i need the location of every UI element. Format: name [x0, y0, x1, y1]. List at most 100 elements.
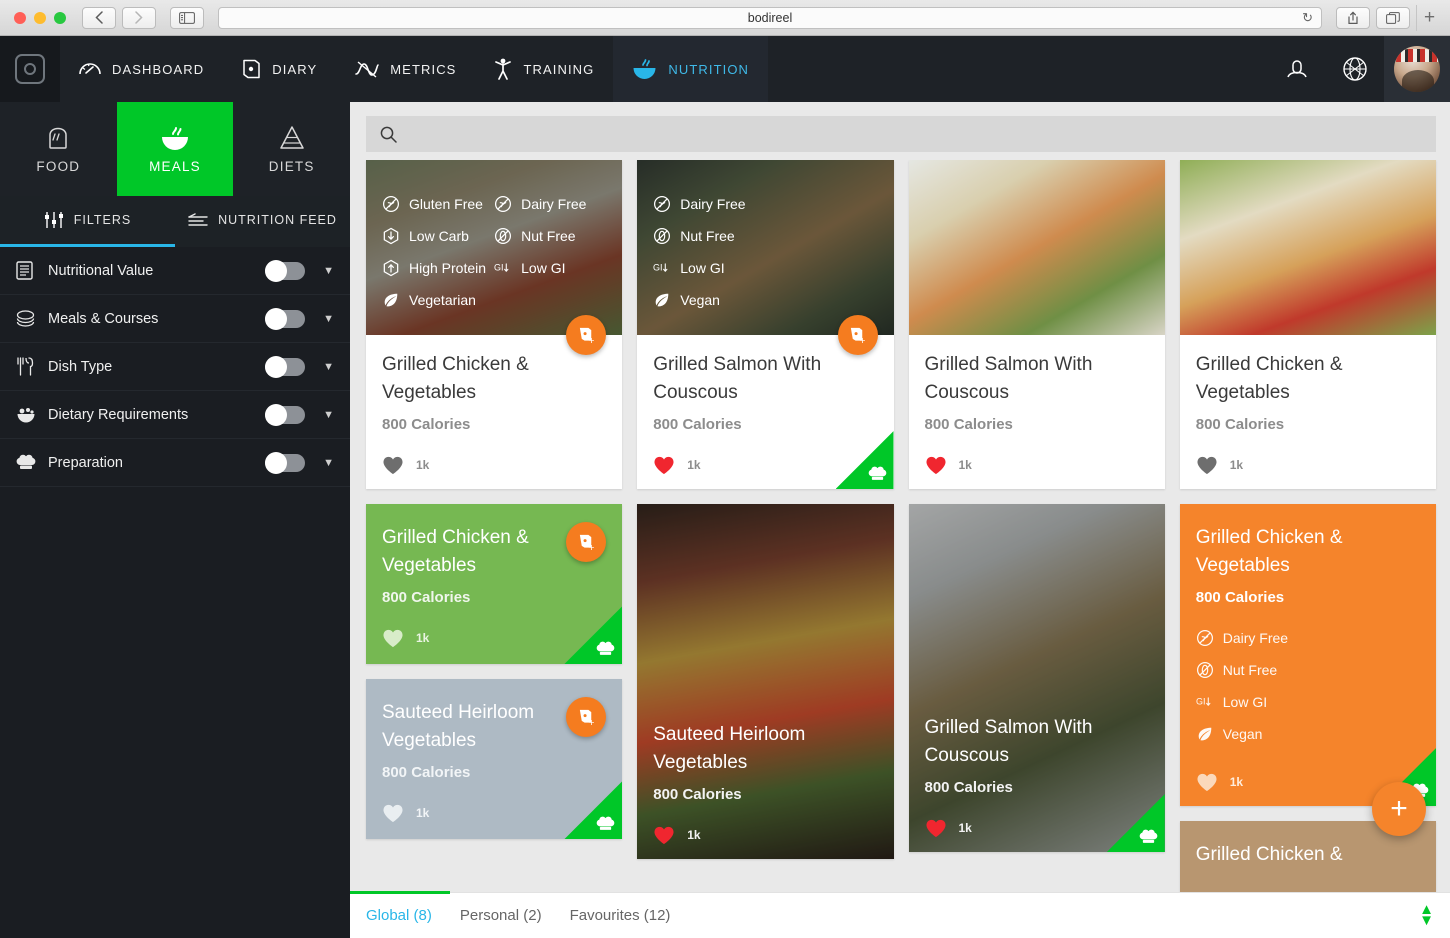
heart-icon[interactable]	[653, 455, 675, 475]
scroll-up-down-icon[interactable]: ▲ ▼	[1419, 902, 1434, 927]
app-logo[interactable]	[0, 36, 60, 102]
sidebar-toggle-icon	[179, 11, 195, 24]
nav-item-diary[interactable]: DIARY	[223, 36, 336, 102]
minimize-window-button[interactable]	[34, 11, 46, 24]
heart-icon[interactable]	[925, 455, 947, 475]
category-tab-meals[interactable]: MEALS	[116, 102, 234, 196]
chevron-down-icon[interactable]: ▼	[323, 457, 334, 469]
footer-tab-favourites[interactable]: Favourites (12)	[570, 907, 671, 924]
filter-toggle-dietary-requirements[interactable]	[265, 403, 306, 426]
filter-label: Meals & Courses	[48, 310, 159, 327]
meal-card[interactable]: Grilled Salmon With Couscous 800 Calorie…	[908, 504, 1165, 853]
forward-button[interactable]	[122, 6, 156, 29]
meal-card[interactable]: Grilled Salmon With Couscous 800 Calorie…	[908, 160, 1165, 490]
diet-tag: Dairy Free	[494, 188, 606, 220]
meal-likes[interactable]: 1k	[382, 628, 606, 648]
scope-tabs-footer: Global (8) Personal (2) Favourites (12) …	[350, 891, 1450, 938]
meal-calories: 800 Calories	[653, 416, 742, 434]
meal-likes[interactable]: 1k	[382, 455, 606, 475]
person-icon	[495, 58, 512, 80]
chevron-down-icon[interactable]: ▼	[323, 265, 334, 277]
meal-likes[interactable]: 1k	[382, 803, 606, 823]
close-window-button[interactable]	[14, 11, 26, 24]
profile-button[interactable]	[1384, 36, 1450, 102]
search-bar[interactable]	[366, 116, 1436, 152]
meal-likes[interactable]: 1k	[653, 825, 877, 845]
meal-likes[interactable]: 1k	[925, 818, 1149, 838]
category-tab-diets[interactable]: DIETS	[233, 102, 351, 196]
svg-text:+: +	[588, 336, 594, 345]
low-gi-icon: GI	[653, 262, 668, 272]
add-meal-fab[interactable]: +	[1372, 782, 1426, 836]
meal-card[interactable]: + Grilled Chicken & Vegetables 800 Calor…	[366, 504, 623, 665]
footer-tab-global[interactable]: Global (8)	[366, 907, 432, 924]
new-tab-button[interactable]: +	[1416, 4, 1442, 31]
meal-card[interactable]: + Sauteed Heirloom Vegetables 800 Calori…	[366, 679, 623, 840]
filter-row-dietary-requirements[interactable]: Dietary Requirements ▼	[0, 391, 350, 439]
filter-row-meals-courses[interactable]: Meals & Courses ▼	[0, 295, 350, 343]
meal-card-body: Sauteed Heirloom Vegetables 800 Calories…	[637, 705, 893, 859]
filter-toggle-nutritional-value[interactable]	[265, 259, 306, 282]
heart-icon[interactable]	[1196, 455, 1218, 475]
filter-row-nutritional-value[interactable]: Nutritional Value ▼	[0, 247, 350, 295]
subtab-nutrition-feed[interactable]: NUTRITION FEED	[175, 196, 350, 247]
sidebar-toggle-button[interactable]	[170, 6, 204, 29]
diet-tag: Dairy Free	[653, 188, 877, 220]
category-tabs: FOOD MEALS DIETS	[0, 102, 351, 196]
friends-button[interactable]	[1268, 36, 1326, 102]
diet-tag-label: High Protein	[409, 260, 487, 276]
likes-count: 1k	[416, 631, 430, 646]
heart-icon[interactable]	[382, 628, 404, 648]
subtab-filters[interactable]: FILTERS	[0, 196, 175, 247]
footer-tab-personal[interactable]: Personal (2)	[460, 907, 542, 924]
meal-card[interactable]: Gluten Free Dairy Free Low Carb Nut Free…	[366, 160, 623, 490]
page-title-text: bodireel	[747, 10, 793, 25]
add-icon: +	[1390, 792, 1408, 825]
reload-icon[interactable]: ↻	[1302, 10, 1313, 26]
chevron-down-icon[interactable]: ▼	[323, 313, 334, 325]
chevron-down-icon[interactable]: ▼	[323, 409, 334, 421]
meal-card[interactable]: Dairy Free Nut Free GI Low GI Vegan + Gr…	[637, 160, 894, 490]
back-button[interactable]	[82, 6, 116, 29]
heart-icon[interactable]	[382, 455, 404, 475]
heart-icon[interactable]	[925, 818, 947, 838]
meal-card[interactable]: Grilled Chicken & Vegetables 800 Calorie…	[1179, 504, 1436, 807]
maximize-window-button[interactable]	[54, 11, 66, 24]
pyramid-icon	[279, 126, 304, 149]
diet-tag: Nut Free	[653, 220, 877, 252]
meal-likes[interactable]: 1k	[1196, 455, 1420, 475]
meal-likes[interactable]: 1k	[925, 455, 1149, 475]
grid-column-3: Grilled Salmon With Couscous 800 Calorie…	[908, 160, 1165, 892]
diet-tag-label: Vegetarian	[409, 292, 476, 308]
meal-likes[interactable]: 1k	[653, 455, 877, 475]
filter-toggle-preparation[interactable]	[265, 451, 306, 474]
heart-icon[interactable]	[1196, 772, 1218, 792]
likes-count: 1k	[687, 828, 701, 843]
add-to-diary-button[interactable]: +	[566, 315, 607, 355]
chevron-down-icon[interactable]: ▼	[323, 361, 334, 373]
meal-card[interactable]: Sauteed Heirloom Vegetables 800 Calories…	[637, 504, 894, 860]
tab-overview-button[interactable]	[1376, 6, 1410, 29]
filter-row-preparation[interactable]: Preparation ▼	[0, 439, 350, 487]
address-bar[interactable]: bodireel ↻	[218, 6, 1322, 29]
filter-toggle-dish-type[interactable]	[265, 355, 306, 378]
meal-title: Grilled Chicken &	[1195, 844, 1343, 866]
search-input[interactable]	[407, 126, 1422, 142]
filter-toggle-meals-courses[interactable]	[265, 307, 306, 330]
heart-icon[interactable]	[653, 825, 675, 845]
nav-item-nutrition[interactable]: NUTRITION	[613, 36, 769, 102]
nav-item-metrics[interactable]: METRICS	[336, 36, 475, 102]
heart-icon[interactable]	[382, 803, 404, 823]
share-button[interactable]	[1336, 6, 1370, 29]
dairy-free-icon	[495, 195, 512, 213]
meal-card[interactable]: Grilled Chicken & Vegetables 800 Calorie…	[1179, 160, 1436, 490]
add-to-diary-button[interactable]: +	[837, 315, 878, 355]
globe-button[interactable]	[1326, 36, 1384, 102]
dairy-free-icon	[654, 195, 671, 213]
nav-item-training[interactable]: TRAINING	[475, 36, 613, 102]
grid-column-2: Dairy Free Nut Free GI Low GI Vegan + Gr…	[637, 160, 894, 892]
toolbar-right-buttons: +	[1336, 4, 1442, 31]
filter-row-dish-type[interactable]: Dish Type ▼	[0, 343, 350, 391]
category-tab-food[interactable]: FOOD	[0, 102, 117, 196]
nav-item-dashboard[interactable]: DASHBOARD	[60, 36, 223, 102]
